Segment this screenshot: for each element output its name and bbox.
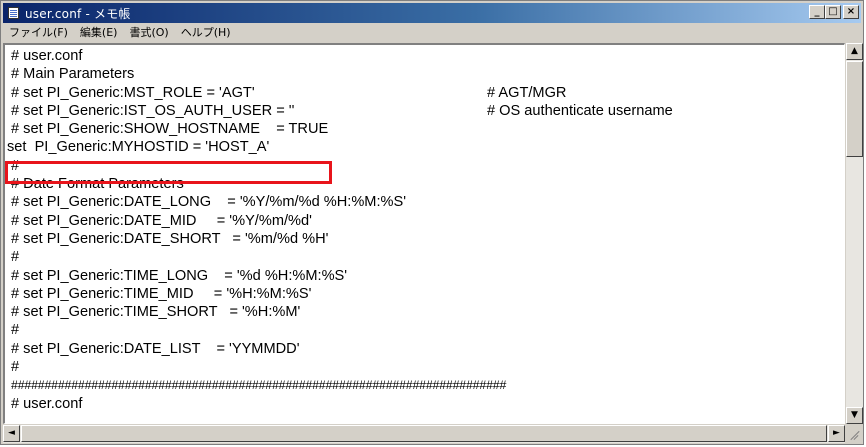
text-editor[interactable]: # user.conf # Main Parameters # set PI_G… xyxy=(3,43,845,424)
menu-bar: ファイル(F) 編集(E) 書式(O) ヘルプ(H) xyxy=(3,23,861,41)
line-text: # user.conf xyxy=(11,395,83,412)
line-text: # set PI_Generic:IST_OS_AUTH_USER = '' xyxy=(11,102,295,119)
scroll-up-button[interactable]: ▲ xyxy=(846,43,863,60)
maximize-button[interactable]: □ xyxy=(825,5,841,19)
menu-file[interactable]: ファイル(F) xyxy=(3,24,74,40)
line-text: # set PI_Generic:DATE_SHORT = '%m/%d %H' xyxy=(11,230,329,247)
scroll-down-button[interactable]: ▼ xyxy=(846,407,863,424)
line-text: ########################################… xyxy=(11,378,507,393)
line-text: # xyxy=(11,157,20,174)
line-text: # set PI_Generic:DATE_MID = '%Y/%m/%d' xyxy=(11,212,312,229)
line-text: # set PI_Generic:DATE_LONG = '%Y/%m/%d %… xyxy=(11,194,406,211)
line-text: # xyxy=(11,359,20,376)
line-text: # set PI_Generic:DATE_LIST = 'YYMMDD' xyxy=(11,340,300,357)
notepad-icon xyxy=(7,6,21,20)
title-bar[interactable]: user.conf - メモ帳 _ □ × xyxy=(3,3,861,23)
scroll-left-button[interactable]: ◄ xyxy=(3,425,20,442)
line-text: set PI_Generic:MYHOSTID = 'HOST_A' xyxy=(7,139,270,156)
line-text: # xyxy=(11,249,20,266)
horizontal-scroll-thumb[interactable] xyxy=(21,425,827,442)
line-text: # xyxy=(11,322,20,339)
vertical-scrollbar[interactable]: ▲ ▼ xyxy=(845,43,863,424)
menu-help[interactable]: ヘルプ(H) xyxy=(175,24,237,40)
resize-grip-icon[interactable] xyxy=(845,425,863,443)
line-text: # set PI_Generic:TIME_MID = '%H:%M:%S' xyxy=(11,285,312,302)
line-text: # Main Parameters xyxy=(11,66,135,83)
line-text: # set PI_Generic:TIME_LONG = '%d %H:%M:%… xyxy=(11,267,348,284)
line-text: # set PI_Generic:MST_ROLE = 'AGT' xyxy=(11,84,255,101)
line-text: # Date Format Parameters xyxy=(11,176,184,193)
line-text: # set PI_Generic:TIME_SHORT = '%H:%M' xyxy=(11,304,301,321)
minimize-button[interactable]: _ xyxy=(809,5,825,19)
vertical-scroll-thumb[interactable] xyxy=(846,61,863,157)
line-text: # user.conf xyxy=(11,48,83,64)
window-title: user.conf - メモ帳 xyxy=(25,6,131,21)
horizontal-scrollbar[interactable]: ◄ ► xyxy=(3,425,845,443)
menu-format[interactable]: 書式(O) xyxy=(123,24,174,40)
line-comment: # AGT/MGR xyxy=(487,84,567,101)
scroll-right-button[interactable]: ► xyxy=(828,425,845,442)
notepad-window: user.conf - メモ帳 _ □ × ファイル(F) 編集(E) 書式(O… xyxy=(0,0,864,445)
line-comment: # OS authenticate username xyxy=(487,102,673,119)
menu-edit[interactable]: 編集(E) xyxy=(74,24,124,40)
close-button[interactable]: × xyxy=(843,5,859,19)
line-text: # set PI_Generic:SHOW_HOSTNAME = TRUE xyxy=(11,121,329,138)
